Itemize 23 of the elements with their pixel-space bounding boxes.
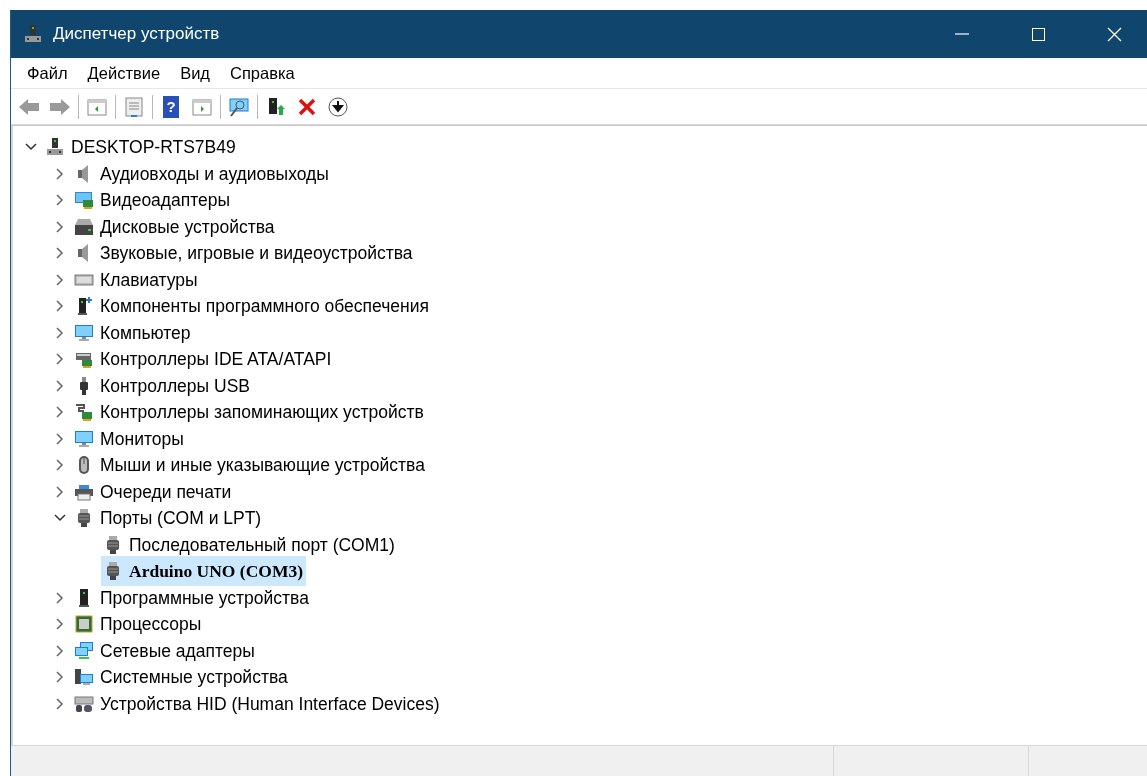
app-icon: [23, 24, 43, 44]
monitor-icon: [74, 322, 94, 343]
input-device-icon: [74, 693, 94, 714]
network-icon: [74, 640, 94, 661]
display-adapter-icon: [74, 190, 94, 211]
monitor-search-icon: [228, 95, 250, 118]
storage-controller-icon: [74, 402, 94, 423]
disk-drive-icon: [74, 216, 94, 237]
menu-item[interactable]: Действие: [77, 60, 171, 86]
computer-icon: [45, 137, 65, 158]
menu-item[interactable]: Справка: [220, 60, 305, 86]
tree-item[interactable]: Arduino UNO (COM3): [101, 556, 307, 587]
minimize-icon: [954, 33, 970, 35]
menu-item[interactable]: Файл: [17, 60, 78, 86]
properties-icon: [123, 95, 145, 118]
window-title: Диспетчер устройств: [53, 23, 220, 46]
system-device-icon: [74, 667, 94, 688]
maximize-icon: [1031, 27, 1045, 41]
close-icon: [1106, 26, 1122, 42]
processor-icon: [74, 614, 94, 635]
menu-item[interactable]: Вид: [170, 60, 220, 86]
monitor-icon: [74, 428, 94, 449]
download-icon: [327, 95, 349, 118]
